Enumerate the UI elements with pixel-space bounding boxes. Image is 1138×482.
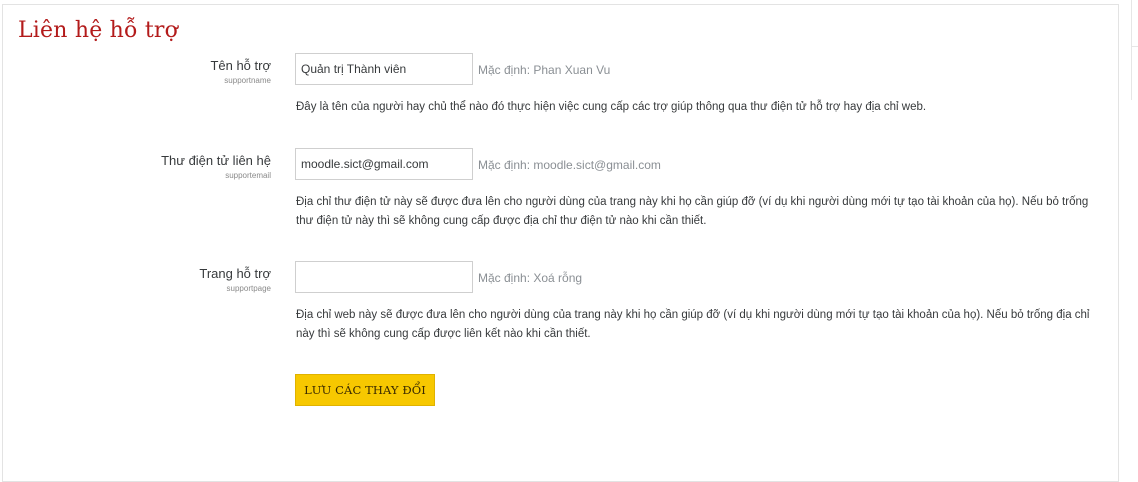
supportpage-description: Địa chỉ web này sẽ được đưa lên cho ngườ… [296,309,1090,340]
supportemail-description: Địa chỉ thư điện tử này sẽ được đưa lên … [296,196,1089,227]
supportemail-default: Mặc định: moodle.sict@gmail.com [478,158,661,172]
supportname-default: Mặc định: Phan Xuan Vu [478,63,611,77]
supportname-description: Đây là tên của người hay chủ thể nào đó … [296,101,927,113]
supportemail-label: Thư điện tử liên hệ supportemail [11,153,271,180]
supportname-label: Tên hỗ trợ supportname [11,58,271,85]
setting-label-text: Thư điện tử liên hệ [161,153,271,168]
setting-key-text: supportname [224,76,271,85]
supportpage-input[interactable] [295,261,473,293]
setting-key-text: supportpage [226,284,271,293]
setting-label-text: Trang hỗ trợ [199,266,271,281]
supportpage-default: Mặc định: Xoá rỗng [478,271,583,285]
setting-label-text: Tên hỗ trợ [210,58,271,73]
supportname-input[interactable] [295,53,473,85]
page-scroll-edge [1131,0,1138,100]
save-changes-button[interactable]: LƯU CÁC THAY ĐỔI [295,374,435,406]
page-title: Liên hệ hỗ trợ [18,18,179,43]
supportemail-input[interactable] [295,148,473,180]
supportpage-label: Trang hỗ trợ supportpage [11,266,271,293]
setting-key-text: supportemail [225,171,271,180]
